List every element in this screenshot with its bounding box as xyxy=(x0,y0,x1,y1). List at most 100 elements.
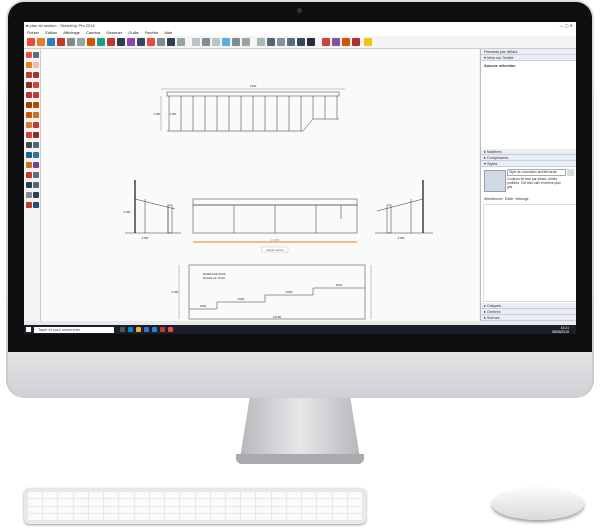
pan-icon[interactable] xyxy=(33,172,39,178)
zoom-icon[interactable] xyxy=(26,182,32,188)
axes-icon[interactable] xyxy=(26,162,32,168)
menu-edition[interactable]: Edition xyxy=(45,30,57,35)
monochrome-icon[interactable] xyxy=(307,38,315,46)
rectangle-icon[interactable] xyxy=(26,82,32,88)
rotated-rect-icon[interactable] xyxy=(33,82,39,88)
paint-bucket-icon[interactable] xyxy=(26,62,32,68)
task-view-icon[interactable] xyxy=(120,327,125,332)
mail-icon[interactable] xyxy=(152,327,157,332)
warehouse-icon[interactable] xyxy=(322,38,330,46)
text-icon[interactable] xyxy=(33,152,39,158)
layout-taskbar-icon[interactable] xyxy=(168,327,173,332)
style-tab-mix[interactable]: Mélange xyxy=(516,197,529,201)
eraser-tool-icon[interactable] xyxy=(37,38,45,46)
menu-outils[interactable]: Outils xyxy=(128,30,138,35)
entity-info-header[interactable]: ▾ Infos sur l'entité xyxy=(481,55,576,61)
menu-dessiner[interactable]: Dessiner xyxy=(106,30,122,35)
select-tool-icon[interactable] xyxy=(27,38,35,46)
refresh-style-icon[interactable] xyxy=(567,169,574,176)
position-camera-icon[interactable] xyxy=(26,192,32,198)
wireframe-icon[interactable] xyxy=(267,38,275,46)
window-controls[interactable]: — ▢ ✕ xyxy=(560,22,573,29)
window-titlebar: ■ plan de section - SketchUp Pro 2018 — … xyxy=(24,22,576,29)
move-tool-icon[interactable] xyxy=(87,38,95,46)
orbit-icon[interactable] xyxy=(26,172,32,178)
style-tabs: Sélectionner Éditer Mélange xyxy=(484,197,529,201)
style-thumbnail[interactable] xyxy=(484,170,506,192)
menu-fichier[interactable]: Fichier xyxy=(27,30,39,35)
paint-tool-icon[interactable] xyxy=(57,38,65,46)
arc-icon[interactable] xyxy=(26,102,32,108)
left-view-icon[interactable] xyxy=(242,38,250,46)
pie-icon[interactable] xyxy=(33,102,39,108)
styles-header[interactable]: ▾ Styles xyxy=(481,161,576,167)
style-name-field[interactable]: Style de conception architecturale xyxy=(507,169,566,176)
edge-icon[interactable] xyxy=(128,327,133,332)
redo-icon[interactable] xyxy=(77,38,85,46)
back-view-icon[interactable] xyxy=(232,38,240,46)
pencil-tool-icon[interactable] xyxy=(47,38,55,46)
zoom-window-icon[interactable] xyxy=(33,182,39,188)
zoom-tool-icon[interactable] xyxy=(167,38,175,46)
eraser-icon[interactable] xyxy=(33,62,39,68)
offset-tool-icon[interactable] xyxy=(117,38,125,46)
sketchup-taskbar-icon[interactable] xyxy=(160,327,165,332)
textured-icon[interactable] xyxy=(297,38,305,46)
section-plane-icon[interactable] xyxy=(33,202,39,208)
monitor-stand xyxy=(240,398,360,458)
tape-tool-icon[interactable] xyxy=(127,38,135,46)
drawing-canvas[interactable]: 1430 2780 2780 14000 2780 2780 2780 Clôt… xyxy=(41,49,479,321)
taskbar-search[interactable]: Taper ici pour rechercher xyxy=(34,327,114,333)
ruby-icon[interactable] xyxy=(352,38,360,46)
explorer-icon[interactable] xyxy=(136,327,141,332)
menu-camera[interactable]: Caméra xyxy=(86,30,100,35)
hidden-line-icon[interactable] xyxy=(277,38,285,46)
menu-affichage[interactable]: Affichage xyxy=(63,30,80,35)
menu-fenetre[interactable]: Fenêtre xyxy=(145,30,159,35)
taskbar-clock[interactable]: 14:21 08/05/2019 xyxy=(552,326,569,334)
store-icon[interactable] xyxy=(144,327,149,332)
walk-icon[interactable] xyxy=(33,192,39,198)
layer-manager-icon[interactable] xyxy=(364,38,372,46)
front-view-icon[interactable] xyxy=(212,38,220,46)
scale-icon[interactable] xyxy=(26,132,32,138)
3d-text-icon[interactable] xyxy=(33,162,39,168)
share-model-icon[interactable] xyxy=(342,38,350,46)
undo-icon[interactable] xyxy=(67,38,75,46)
text-tool-icon[interactable] xyxy=(137,38,145,46)
style-tab-select[interactable]: Sélectionner xyxy=(484,197,503,201)
offset-icon[interactable] xyxy=(33,132,39,138)
windows-start-icon[interactable] xyxy=(26,327,31,332)
follow-me-icon[interactable] xyxy=(33,122,39,128)
dim-bottom-4: 3600 xyxy=(336,283,343,287)
style-browser[interactable] xyxy=(483,204,576,302)
component-icon[interactable] xyxy=(33,52,39,58)
dimension-icon[interactable] xyxy=(33,142,39,148)
top-view-icon[interactable] xyxy=(202,38,210,46)
zoom-extents-icon[interactable] xyxy=(177,38,185,46)
right-view-icon[interactable] xyxy=(222,38,230,46)
rotate-tool-icon[interactable] xyxy=(97,38,105,46)
protractor-icon[interactable] xyxy=(26,152,32,158)
dim-top-2: 2780 xyxy=(154,112,161,116)
window-title: plan de section - SketchUp Pro 2018 xyxy=(29,23,95,28)
polygon-icon[interactable] xyxy=(33,92,39,98)
tape-measure-icon[interactable] xyxy=(26,142,32,148)
look-around-icon[interactable] xyxy=(26,202,32,208)
style-tab-edit[interactable]: Éditer xyxy=(505,197,514,201)
rotate-icon[interactable] xyxy=(26,122,32,128)
menu-aide[interactable]: Aide xyxy=(164,30,172,35)
orbit-tool-icon[interactable] xyxy=(147,38,155,46)
select-icon[interactable] xyxy=(26,52,32,58)
push-pull-icon[interactable] xyxy=(33,112,39,118)
extension-icon[interactable] xyxy=(332,38,340,46)
freehand-icon[interactable] xyxy=(33,72,39,78)
line-icon[interactable] xyxy=(26,72,32,78)
move-icon[interactable] xyxy=(26,112,32,118)
iso-view-icon[interactable] xyxy=(192,38,200,46)
circle-icon[interactable] xyxy=(26,92,32,98)
scale-tool-icon[interactable] xyxy=(107,38,115,46)
shaded-icon[interactable] xyxy=(287,38,295,46)
xray-icon[interactable] xyxy=(257,38,265,46)
pan-tool-icon[interactable] xyxy=(157,38,165,46)
